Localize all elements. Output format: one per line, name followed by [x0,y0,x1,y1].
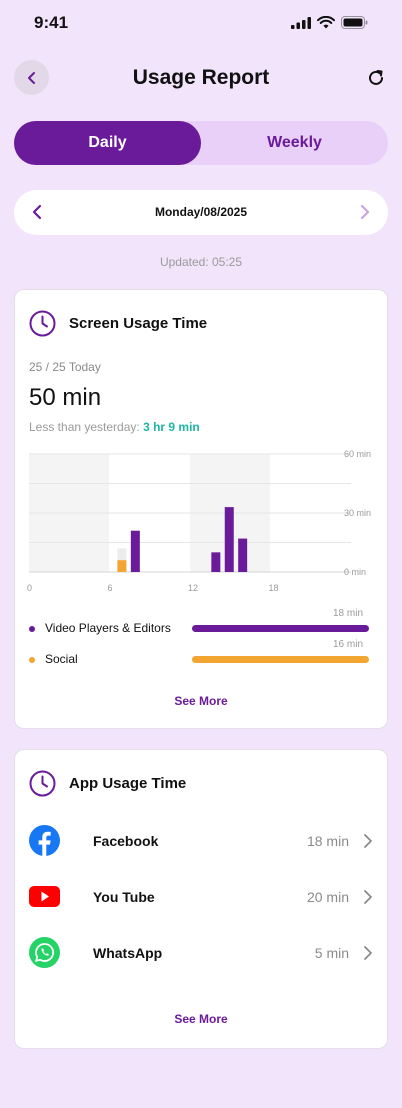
clock-icon [29,770,56,797]
tab-weekly[interactable]: Weekly [201,121,388,165]
legend-dot [29,626,35,632]
app-time: 18 min [306,833,349,849]
today-count: 25 / 25 Today [29,360,101,374]
app-row-whatsapp[interactable]: WhatsApp 5 min [29,937,375,969]
battery-icon [341,16,368,29]
screen-usage-header: Screen Usage Time [29,310,207,337]
legend-bar: 18 min [192,608,369,632]
chart-x-tick: 0 [27,583,32,593]
chart-bar [117,560,127,572]
chart-x-tick: 18 [269,583,279,593]
updated-time: Updated: 05:25 [159,255,243,269]
legend-label: Video Players & Editors [45,621,171,635]
page-title: Usage Report [132,66,270,89]
screen-usage-title: Screen Usage Time [69,315,208,332]
status-icons [291,16,368,29]
legend-dot [29,657,35,663]
legend-bar: 16 min [192,639,369,663]
date-navigator: Monday/08/2025 [14,190,388,235]
wifi-icon [317,16,335,29]
app-usage-title: App Usage Time [69,775,187,792]
app-row-youtube[interactable]: You Tube 20 min [29,881,375,913]
comparison-text: Less than yesterday: 3 hr 9 min [29,420,200,434]
chevron-right-icon [360,204,370,220]
header: Usage Report [0,56,402,100]
chevron-right-icon [364,946,372,960]
refresh-icon [369,70,383,85]
app-name: You Tube [93,889,155,905]
see-more-app-usage-button[interactable]: See More [15,1012,387,1026]
total-usage-time: 50 min [29,384,102,411]
status-bar: 9:41 [0,0,402,48]
next-date-button[interactable] [354,201,376,223]
whatsapp-icon [29,937,60,968]
app-name: Facebook [93,833,159,849]
legend-label: Social [45,652,78,666]
clock-icon [29,310,56,337]
signal-icon [291,16,311,29]
chart-y-tick: 0 min [344,567,366,577]
comparison-value: 3 hr 9 min [143,420,200,434]
tab-daily[interactable]: Daily [14,121,201,165]
app-row-facebook[interactable]: Facebook 18 min [29,825,375,857]
chart-x-tick: 6 [108,583,113,593]
chart-x-tick: 12 [188,583,198,593]
chart-bar [224,507,234,572]
legend-item-social: Social 16 min [29,639,375,670]
usage-chart: 60 min 30 min 0 min 0 6 12 18 [27,449,371,593]
legend-value: 16 min [332,639,363,650]
see-more-screen-usage-button[interactable]: See More [15,694,387,708]
youtube-icon [29,886,60,907]
chart-y-tick: 60 min [344,449,371,459]
refresh-button[interactable] [364,66,388,90]
chart-bar [238,538,248,572]
app-usage-card: App Usage Time Facebook 18 min You Tube … [14,749,388,1049]
chart-bar [130,530,140,572]
app-usage-header: App Usage Time [29,770,186,797]
chart-y-tick: 30 min [344,508,371,518]
chart-bar [211,552,221,572]
facebook-icon [29,825,60,856]
app-time: 20 min [306,889,349,905]
screen-usage-card: Screen Usage Time 25 / 25 Today 50 min L… [14,289,388,729]
status-time: 9:41 [34,13,69,32]
app-time: 5 min [314,945,349,961]
comparison-label: Less than yesterday: [29,420,144,434]
current-date: Monday/08/2025 [154,205,248,219]
app-name: WhatsApp [93,945,163,961]
chevron-right-icon [364,890,372,904]
chevron-right-icon [364,834,372,848]
legend-value: 18 min [332,608,363,619]
legend-item-video: Video Players & Editors 18 min [29,608,375,639]
period-toggle: Daily Weekly [14,121,388,165]
